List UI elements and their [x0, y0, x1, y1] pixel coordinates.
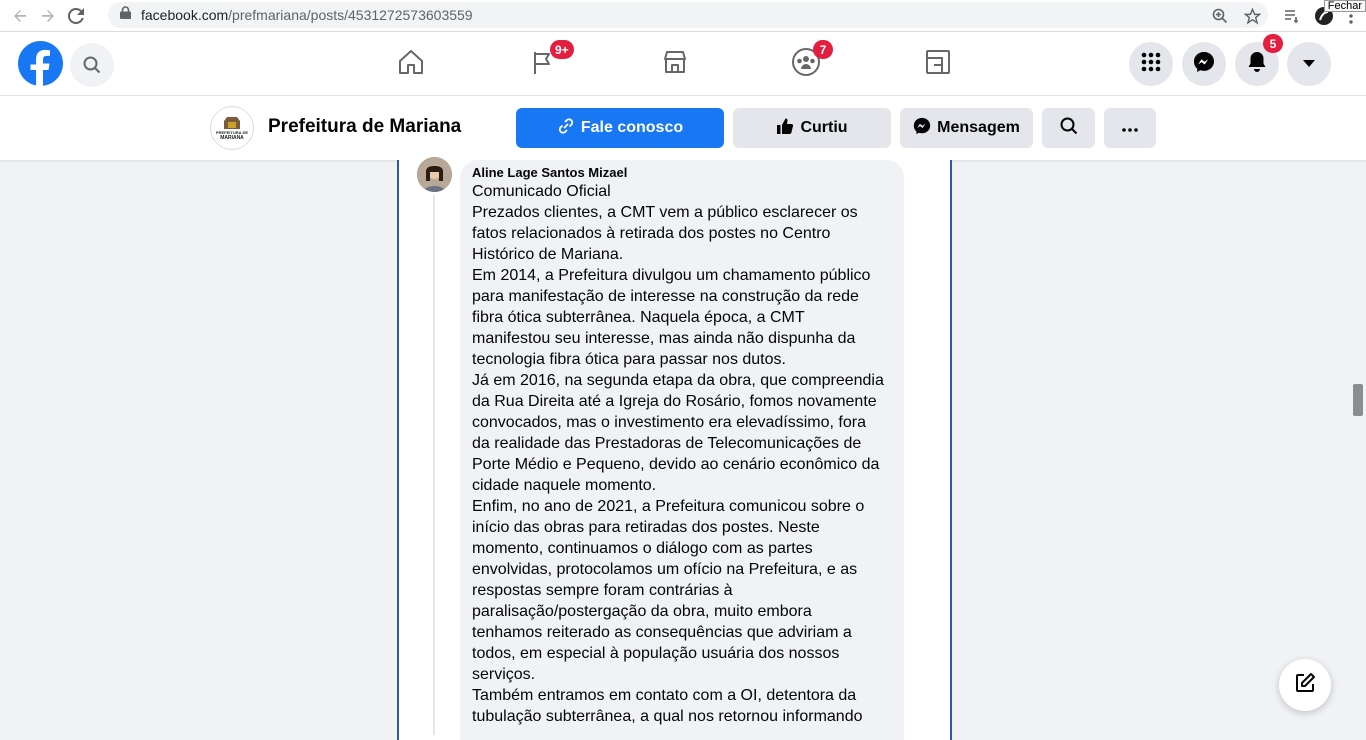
comment-line: Comunicado Oficial	[472, 183, 611, 200]
facebook-top-nav: 9+ 7 5	[0, 32, 1366, 96]
comment-line: Porte Médio e Pequeno, devido ao cenário…	[472, 456, 880, 473]
comment-line: fatos relacionados à retirada dos postes…	[472, 225, 831, 242]
comment-line: para manifestação de interesse na constr…	[472, 288, 859, 305]
comment-line: envolvidas, protocolamos um ofício na Pr…	[472, 561, 858, 578]
new-message-button[interactable]	[1279, 659, 1331, 711]
liked-button[interactable]: Curtiu	[733, 108, 891, 148]
messenger-small-icon	[913, 117, 931, 140]
link-icon	[557, 117, 575, 140]
comment-line: respostas sempre foram contrárias à	[472, 582, 733, 599]
page-header: PREFEITURA DE MARIANA Prefeitura de Mari…	[0, 96, 1366, 160]
comment-line: Prezados clientes, a CMT vem a público e…	[472, 204, 858, 221]
search-icon	[1060, 117, 1078, 140]
comment-line: convocados, mas o investimento era eleva…	[472, 414, 866, 431]
tooltip: Fechar	[1323, 0, 1366, 12]
message-button-label: Mensagem	[937, 119, 1020, 136]
more-horizontal-icon	[1122, 119, 1138, 137]
page-search-button[interactable]	[1042, 108, 1095, 148]
groups-tab[interactable]: 7	[776, 40, 836, 88]
notifications-button[interactable]: 5	[1235, 34, 1283, 86]
caret-down-icon	[1302, 55, 1316, 73]
grid-menu-icon	[1141, 52, 1161, 77]
comment-text: Comunicado Oficial Prezados clientes, a C…	[472, 181, 892, 727]
home-icon	[397, 48, 425, 81]
comment-line: Histórico de Mariana.	[472, 246, 624, 263]
comment-line: Já em 2016, na segunda etapa da obra, qu…	[472, 372, 884, 389]
browser-toolbar: facebook.com/prefmariana/posts/453127257…	[0, 0, 1366, 32]
comment-line: tubulação subterrânea, a qual nos retorn…	[472, 708, 863, 725]
menu-button[interactable]	[1129, 42, 1173, 86]
thread-line	[433, 195, 435, 735]
reload-icon[interactable]	[62, 2, 90, 30]
comment-line: fibra ótica subterrânea. Naquela época, …	[472, 309, 805, 326]
avatar[interactable]	[417, 157, 452, 192]
gaming-tab[interactable]	[908, 40, 968, 88]
contact-button-label: Fale conosco	[580, 119, 684, 136]
thumbs-up-icon	[776, 117, 794, 140]
address-bar[interactable]: facebook.com/prefmariana/posts/453127257…	[108, 2, 1268, 28]
comment-line: Enfim, no ano de 2021, a Prefeitura comu…	[472, 498, 865, 515]
search-icon[interactable]	[70, 43, 114, 87]
page-avatar[interactable]: PREFEITURA DE MARIANA	[210, 106, 254, 150]
compose-icon	[1294, 672, 1316, 699]
account-button[interactable]	[1287, 42, 1331, 86]
message-button[interactable]: Mensagem	[900, 108, 1033, 148]
url-path: /prefmariana/posts/4531272573603559	[228, 7, 473, 23]
bell-icon	[1247, 51, 1267, 78]
messenger-icon	[1193, 51, 1215, 78]
comment-author[interactable]: Aline Lage Santos Mizael	[472, 165, 892, 181]
notifications-badge: 5	[1263, 34, 1283, 53]
comment-line: da Rua Direita até a Igreja do Rosário, …	[472, 393, 877, 410]
comment-line: cidade naquele momento.	[472, 477, 657, 494]
avatar-label-bottom: MARIANA	[220, 134, 244, 141]
comment-line: serviços.	[472, 666, 536, 683]
comment-line: Também entramos em contato com a OI, det…	[472, 687, 857, 704]
messenger-button[interactable]	[1182, 42, 1226, 86]
comment-line: da realidade das Prestadoras de Telecomu…	[472, 435, 862, 452]
comment-line: paralisação/postergação da obra, muito e…	[472, 603, 812, 620]
forward-arrow-icon[interactable]	[34, 2, 62, 30]
contact-button[interactable]: Fale conosco	[516, 108, 724, 148]
watch-tab[interactable]: 9+	[513, 40, 574, 88]
watch-badge: 9+	[550, 40, 574, 59]
groups-badge: 7	[813, 40, 833, 59]
scrollbar[interactable]	[1350, 160, 1366, 728]
comment-line: início das obras para retiradas dos post…	[472, 519, 820, 536]
marketplace-tab[interactable]	[645, 40, 705, 88]
comment-line: Em 2014, a Prefeitura divulgou um chamam…	[472, 267, 871, 284]
url-domain: facebook.com	[141, 7, 229, 23]
back-arrow-icon[interactable]	[6, 2, 34, 30]
coat-of-arms-icon	[224, 116, 240, 129]
facebook-logo-icon[interactable]	[18, 41, 63, 86]
comment-bubble: Aline Lage Santos Mizael Comunicado Ofic…	[460, 160, 904, 740]
comment-line: todos, em especial à população usuária d…	[472, 645, 840, 662]
bookmark-star-icon[interactable]	[1240, 4, 1264, 28]
comment-line: tecnologia fibra ótica para passar nos d…	[472, 351, 786, 368]
gaming-icon	[924, 48, 952, 81]
reading-list-icon[interactable]	[1280, 4, 1304, 28]
more-options-button[interactable]	[1104, 108, 1156, 148]
page-title[interactable]: Prefeitura de Mariana	[268, 116, 461, 138]
comment-line: momento, continuamos o diálogo com as pa…	[472, 540, 813, 557]
liked-button-label: Curtiu	[800, 119, 848, 136]
lock-icon	[120, 6, 131, 24]
comment-line: tenhamos reiterado as consequências que …	[472, 624, 852, 641]
store-icon	[661, 48, 689, 81]
scrollbar-thumb[interactable]	[1353, 384, 1363, 416]
comment-line: manifestou seu interesse, mas ainda não …	[472, 330, 856, 347]
home-tab[interactable]	[381, 40, 441, 88]
zoom-icon[interactable]	[1208, 4, 1232, 28]
